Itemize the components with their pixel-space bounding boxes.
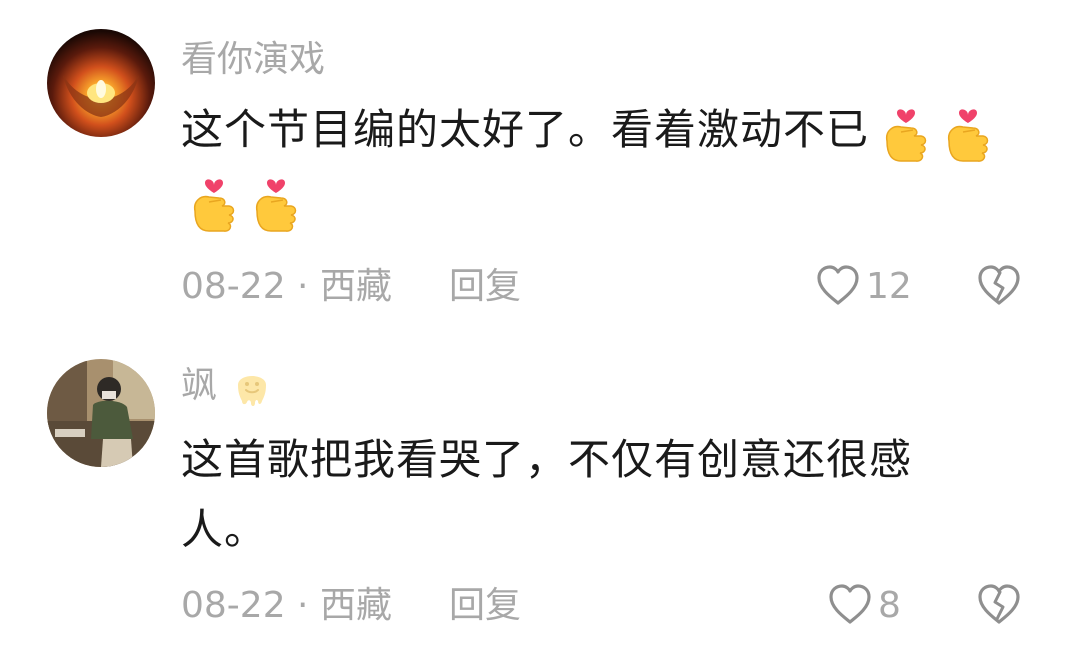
like-button[interactable]: 8 — [826, 581, 901, 629]
comment-text-line: 人。 — [181, 505, 268, 554]
username[interactable]: 飒 — [181, 364, 272, 409]
reply-button[interactable]: 回复 — [449, 584, 521, 628]
comment-item: 飒 这首歌把我看哭了，不仅有创意还很感 人。 08-22 · 西藏 回复 8 — [0, 0, 1080, 661]
heart-outline-icon — [829, 584, 871, 624]
avatar[interactable] — [47, 359, 155, 467]
like-count: 8 — [878, 584, 901, 626]
melting-face-icon — [232, 365, 272, 409]
comment-list: 看你演戏 这个节目编的太好了。看着激动不已 08-22 · 西藏 回复 12 飒… — [0, 0, 1080, 661]
comment-meta: 08-22 · 西藏 回复 — [181, 584, 521, 628]
username-text: 飒 — [181, 365, 218, 406]
dislike-button[interactable] — [975, 581, 1023, 629]
broken-heart-icon — [978, 584, 1020, 624]
date-location: 08-22 · 西藏 — [181, 585, 392, 626]
comment-text: 这首歌把我看哭了，不仅有创意还很感 人。 — [181, 425, 1041, 565]
comment-text-line: 这首歌把我看哭了，不仅有创意还很感 — [181, 435, 913, 484]
